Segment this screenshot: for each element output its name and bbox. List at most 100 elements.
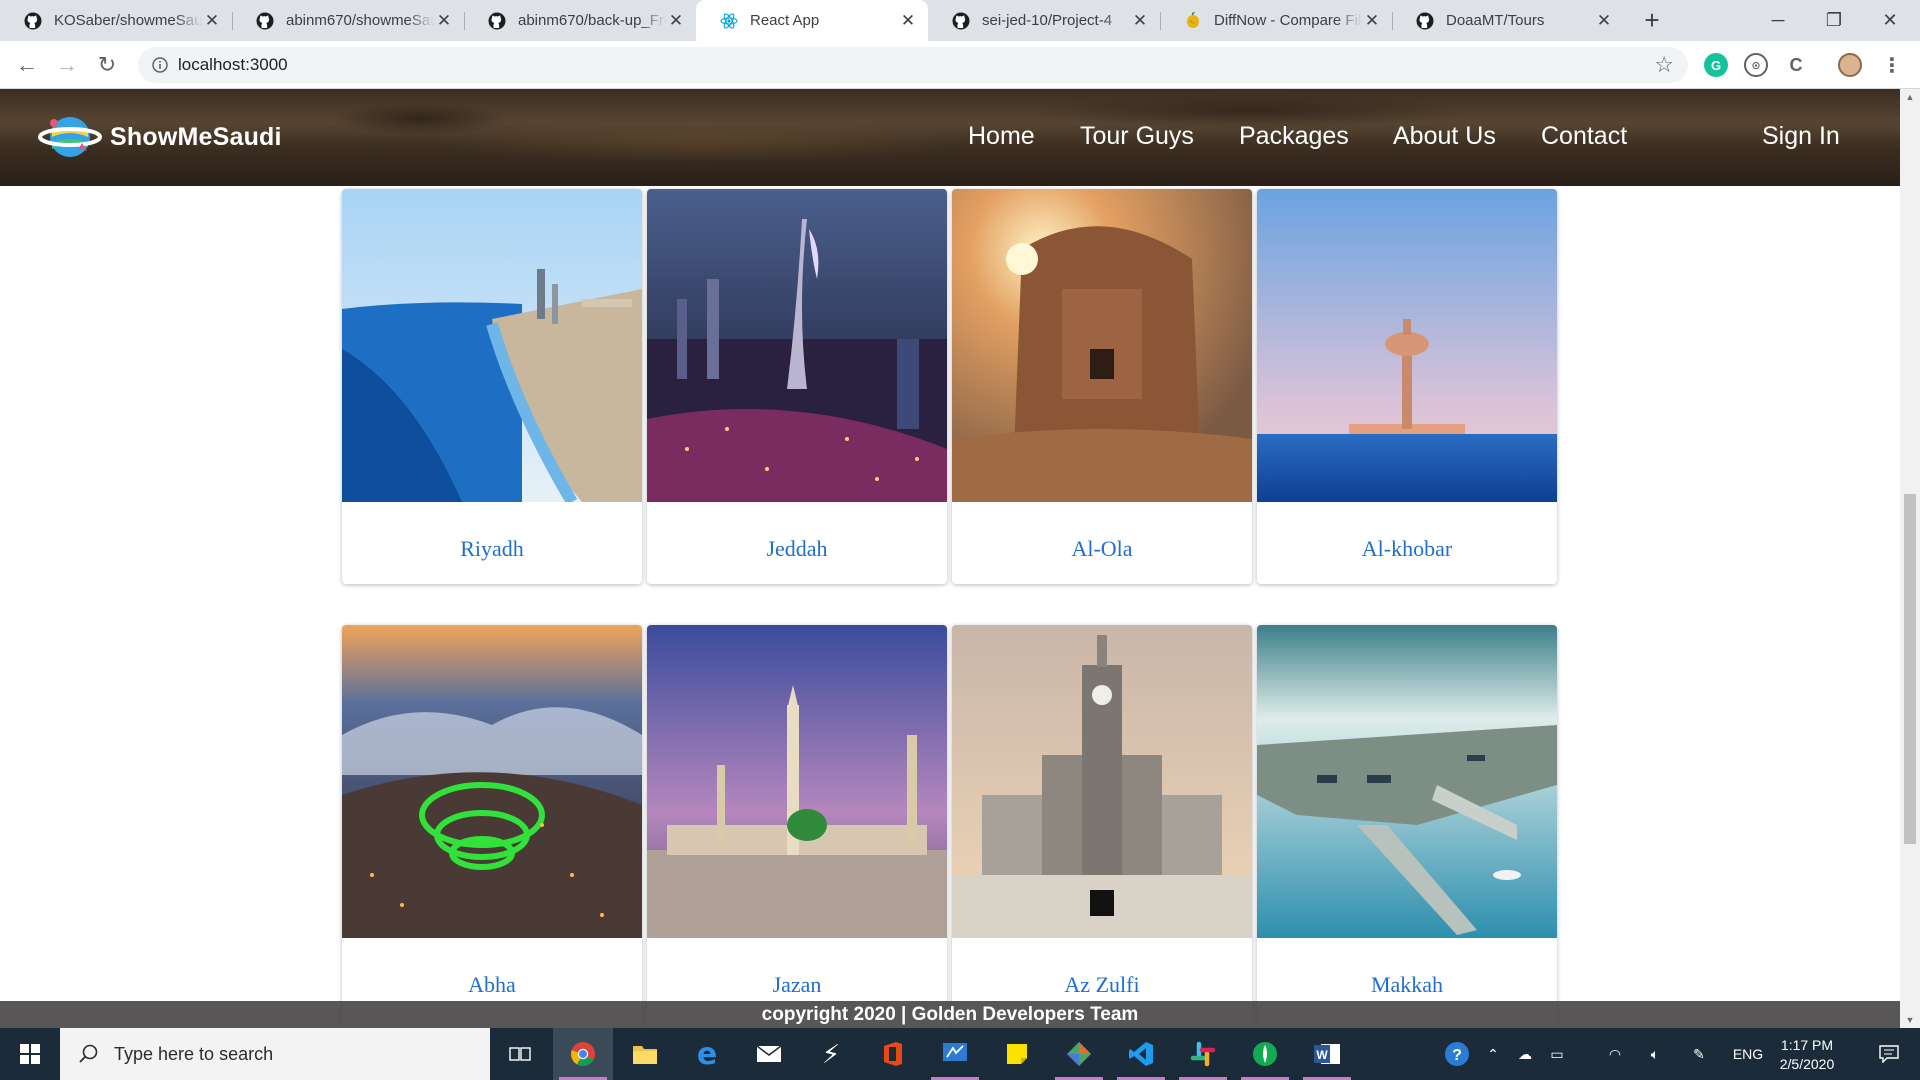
city-photo xyxy=(342,189,642,506)
help-icon[interactable]: ? xyxy=(1440,1028,1474,1080)
svg-text:?: ? xyxy=(1452,1047,1462,1064)
sign-in-link[interactable]: Sign In xyxy=(1762,122,1840,151)
browser-tab[interactable]: abinm670/back-up_Front ✕ xyxy=(464,0,696,41)
nav-tour-guys-link[interactable]: Tour Guys xyxy=(1080,122,1194,151)
remote-desktop-icon[interactable] xyxy=(925,1028,985,1080)
city-name[interactable]: Az Zulfi xyxy=(952,972,1252,998)
volume-icon[interactable]: 🔈︎ xyxy=(1640,1028,1670,1080)
nav-packages-link[interactable]: Packages xyxy=(1239,122,1349,151)
city-name[interactable]: Riyadh xyxy=(342,536,642,562)
windows-start-icon[interactable] xyxy=(0,1028,60,1080)
grammarly-extension-icon[interactable]: G xyxy=(1704,53,1728,77)
city-name[interactable]: Makkah xyxy=(1257,972,1557,998)
bookmark-star-icon[interactable]: ☆ xyxy=(1654,52,1674,78)
city-name[interactable]: Jeddah xyxy=(647,536,947,562)
city-photo xyxy=(952,189,1252,502)
scroll-up-icon[interactable]: ▲ xyxy=(1900,89,1920,105)
city-card[interactable]: Al-Ola xyxy=(952,189,1252,584)
scroll-down-icon[interactable]: ▼ xyxy=(1900,1012,1920,1028)
city-name[interactable]: Abha xyxy=(342,972,642,998)
city-name[interactable]: Al-khobar xyxy=(1257,536,1557,562)
chevron-up-icon[interactable]: ⌃ xyxy=(1478,1028,1508,1080)
page-scrollbar[interactable]: ▲ ▼ xyxy=(1900,89,1920,1028)
notifications-icon[interactable] xyxy=(1866,1028,1912,1080)
scrollbar-thumb[interactable] xyxy=(1904,494,1916,844)
word-icon[interactable]: W xyxy=(1297,1028,1357,1080)
city-card[interactable]: Az Zulfi xyxy=(952,625,1252,1028)
taskbar-search-box[interactable]: Type here to search xyxy=(60,1028,490,1080)
close-icon[interactable]: ✕ xyxy=(1362,11,1382,31)
profile-avatar[interactable] xyxy=(1838,53,1862,77)
close-icon[interactable]: ✕ xyxy=(1594,11,1614,31)
tab-title: React App xyxy=(750,12,820,29)
nav-home-link[interactable]: Home xyxy=(968,122,1035,151)
vscode-icon[interactable] xyxy=(1111,1028,1171,1080)
pen-icon[interactable]: ✎ xyxy=(1684,1028,1714,1080)
browser-tab[interactable]: KOSaber/showmeSaudi ✕ xyxy=(0,0,232,41)
onedrive-icon[interactable]: ☁ xyxy=(1510,1028,1540,1080)
reload-icon[interactable]: ↻ xyxy=(92,50,122,80)
info-icon[interactable] xyxy=(150,55,170,75)
visual-studio-icon[interactable]: ⚡ xyxy=(801,1028,861,1080)
react-icon xyxy=(720,12,738,30)
url-text[interactable]: localhost:3000 xyxy=(178,55,288,75)
browser-tab[interactable]: abinm670/showmeSaudi ✕ xyxy=(232,0,464,41)
site-navbar: ShowMeSaudi Home Tour Guys Packages Abou… xyxy=(0,89,1900,186)
git-client-icon[interactable] xyxy=(1049,1028,1109,1080)
back-arrow-icon[interactable]: ← xyxy=(12,50,42,80)
browser-tab[interactable]: DiffNow - Compare Files ✕ xyxy=(1160,0,1392,41)
nav-about-us-link[interactable]: About Us xyxy=(1393,122,1496,151)
github-icon xyxy=(488,12,506,30)
browser-tab[interactable]: sei-jed-10/Project-4 ✕ xyxy=(928,0,1160,41)
language-indicator[interactable]: ENG xyxy=(1728,1028,1768,1080)
browser-tab-active[interactable]: React App ✕ xyxy=(696,0,928,41)
city-photo xyxy=(647,625,947,938)
css-extension-icon[interactable]: C xyxy=(1784,53,1808,77)
address-bar[interactable]: localhost:3000 ☆ xyxy=(138,47,1688,83)
svg-text:W: W xyxy=(1316,1048,1328,1062)
forward-arrow-icon[interactable]: → xyxy=(52,50,82,80)
city-card[interactable]: Jeddah xyxy=(647,189,947,584)
nav-contact-link[interactable]: Contact xyxy=(1541,122,1627,151)
site-footer: copyright 2020 | Golden Developers Team xyxy=(0,1001,1900,1028)
city-name[interactable]: Jazan xyxy=(647,972,947,998)
slack-icon[interactable] xyxy=(1173,1028,1233,1080)
close-icon[interactable]: ✕ xyxy=(898,11,918,31)
battery-icon[interactable]: ▭ xyxy=(1542,1028,1572,1080)
window-close-icon[interactable]: ✕ xyxy=(1862,0,1918,41)
chrome-icon[interactable] xyxy=(553,1028,613,1080)
wifi-icon[interactable]: ◠ xyxy=(1600,1028,1630,1080)
city-card[interactable]: Al-khobar xyxy=(1257,189,1557,584)
city-card[interactable]: Makkah xyxy=(1257,625,1557,1028)
web-page: Riyadh Jeddah Al-Ola Al-khobar Abha Jaza… xyxy=(0,89,1920,1028)
city-card[interactable]: Riyadh xyxy=(342,189,642,584)
task-view-icon[interactable] xyxy=(490,1028,550,1080)
close-icon[interactable]: ✕ xyxy=(434,11,454,31)
city-name[interactable]: Al-Ola xyxy=(952,536,1252,562)
tab-title: DoaaMT/Tours xyxy=(1446,12,1545,29)
more-menu-icon[interactable]: ⋮ xyxy=(1880,53,1904,77)
mongodb-compass-icon[interactable] xyxy=(1235,1028,1295,1080)
close-icon[interactable]: ✕ xyxy=(1130,11,1150,31)
mail-icon[interactable] xyxy=(739,1028,799,1080)
close-icon[interactable]: ✕ xyxy=(202,11,222,31)
city-photo xyxy=(952,625,1252,938)
sticky-notes-icon[interactable] xyxy=(987,1028,1047,1080)
city-card[interactable]: Abha xyxy=(342,625,642,1028)
close-icon[interactable]: ✕ xyxy=(666,11,686,31)
tab-title: abinm670/showmeSaudi xyxy=(286,12,434,29)
browser-tab[interactable]: DoaaMT/Tours ✕ xyxy=(1392,0,1624,41)
brand-link[interactable]: ShowMeSaudi xyxy=(38,113,282,161)
github-icon xyxy=(952,12,970,30)
restore-icon[interactable]: ❐ xyxy=(1806,0,1862,41)
new-tab-button[interactable]: + xyxy=(1630,0,1674,41)
minimize-icon[interactable]: ─ xyxy=(1750,0,1806,41)
city-grid: Riyadh Jeddah Al-Ola Al-khobar Abha Jaza… xyxy=(0,89,1900,1028)
city-card[interactable]: Jazan xyxy=(647,625,947,1028)
extension-icon[interactable]: ⊙ xyxy=(1744,53,1768,77)
edge-icon[interactable]: e xyxy=(677,1028,737,1080)
search-placeholder[interactable]: Type here to search xyxy=(114,1044,273,1065)
office-icon[interactable] xyxy=(863,1028,923,1080)
file-explorer-icon[interactable] xyxy=(615,1028,675,1080)
clock[interactable]: 1:17 PM 2/5/2020 xyxy=(1764,1036,1850,1074)
